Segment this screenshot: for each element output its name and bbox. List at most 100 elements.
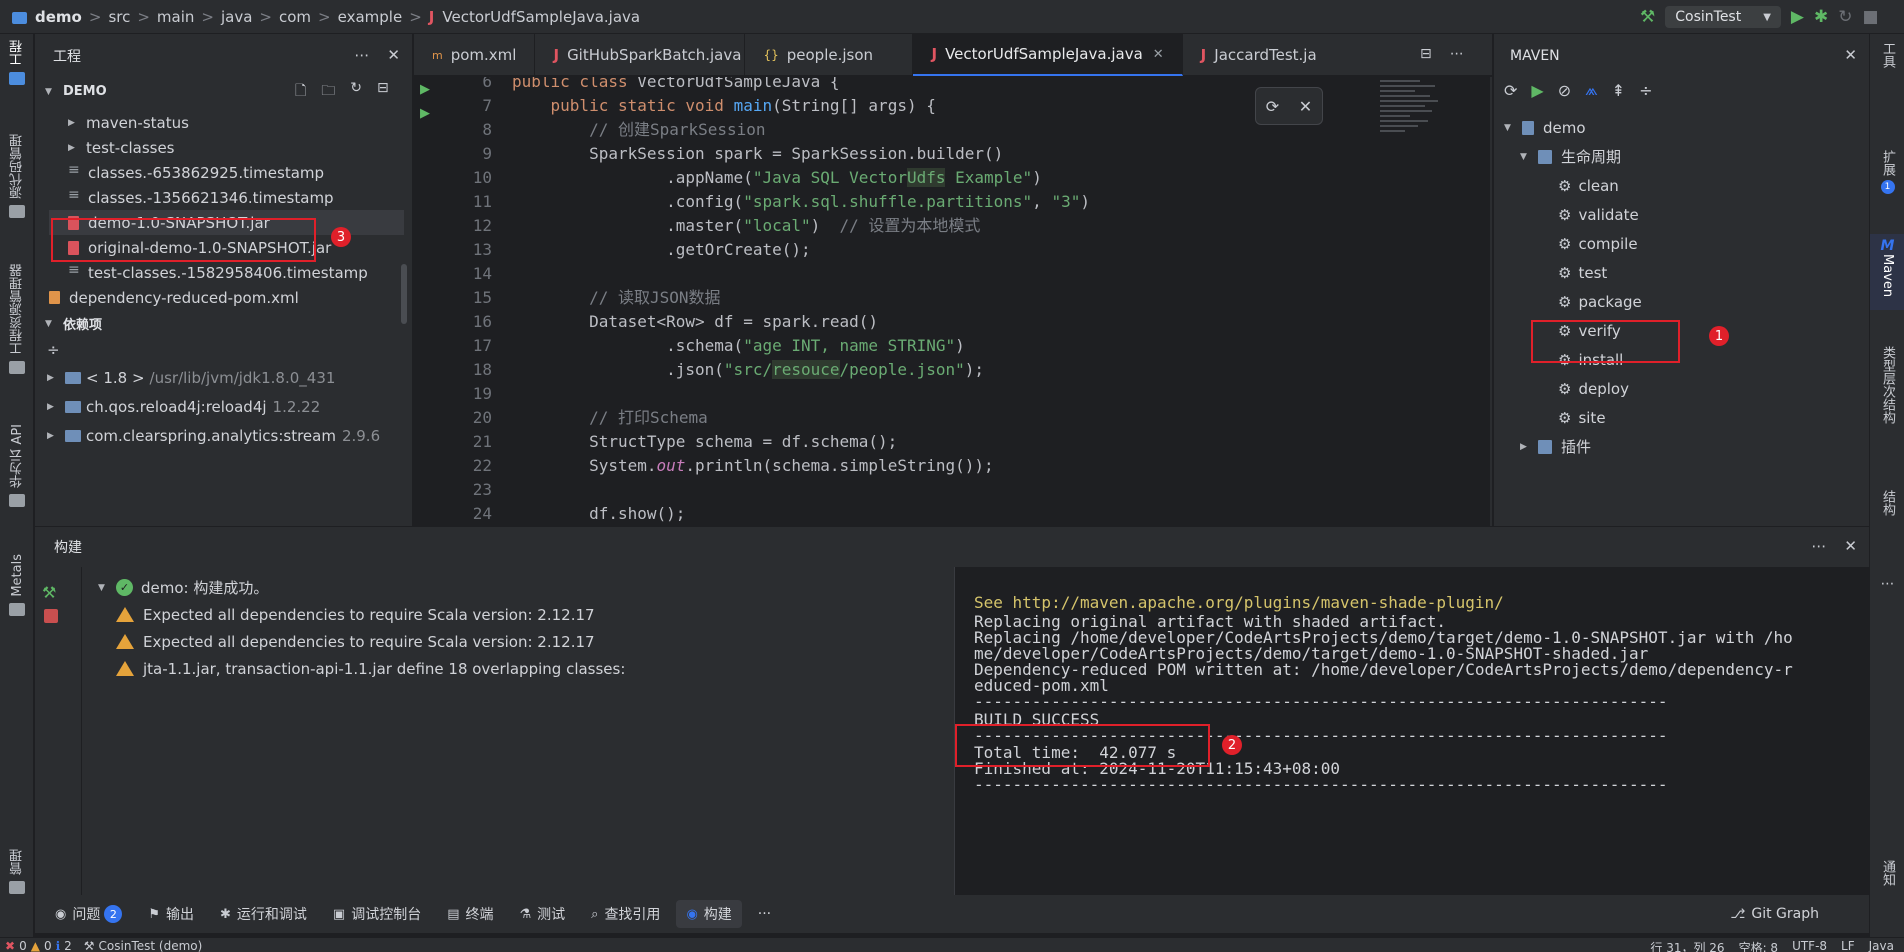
tab-test[interactable]: ⚗ 测试 [510,900,576,928]
restart-icon[interactable]: ↻ [1838,7,1852,27]
new-file-icon[interactable]: 🗋 [295,80,306,104]
editor-tab[interactable]: m pom.xml [414,34,536,76]
maven-phase-validate[interactable]: ⚙ validate [1558,202,1639,227]
maven-phase-site[interactable]: ⚙ site [1558,405,1606,430]
lifecycle-row[interactable]: ▼ 生命周期 [1520,144,1621,169]
toolwindow-tab-tools[interactable]: 工具 [1870,42,1904,68]
expand-all-icon[interactable]: ⇞ [1612,81,1625,100]
new-folder-icon[interactable]: 🗀 [321,80,335,104]
more-options-icon[interactable]: ⋯ [1870,576,1904,592]
close-icon[interactable]: ✕ [387,46,400,64]
run-config-select[interactable]: CosinTest ▼ [1665,6,1781,28]
breadcrumb-item[interactable]: example [338,8,403,26]
tab-debug-console[interactable]: ▣ 调试控制台 [323,900,431,928]
breadcrumb-item[interactable]: main [157,8,194,26]
breadcrumb-item[interactable]: VectorUdfSampleJava.java [442,8,640,26]
code-editor[interactable]: ▶ ▶ public class VectorUdfSampleJava { p… [414,77,1492,526]
skip-tests-icon[interactable]: ⊘ [1558,81,1571,100]
toolwindow-tab-maven[interactable]: M Maven [1870,234,1904,310]
dependency-row[interactable]: ▶ com.clearspring.analytics:stream 2.9.6 [47,423,380,448]
collapse-all-icon[interactable]: ÷ [1639,81,1652,100]
build-hammer-icon[interactable]: ⚒ [42,583,56,602]
close-icon[interactable]: ✕ [1844,46,1857,64]
toolwindow-tab-scm[interactable]: 源代码管理 [0,134,34,218]
dependency-row[interactable]: ▶ ch.qos.reload4j:reload4j 1.2.22 [47,394,320,419]
tab-run-debug[interactable]: ✱ 运行和调试 [210,900,317,928]
toolwindow-tab-type-hierarchy[interactable]: 类型层次结构 [1870,346,1904,424]
more-options-icon[interactable]: ⋯ [1811,537,1826,555]
error-count[interactable]: 0 [19,939,27,952]
toolwindow-tab-huawei-api[interactable]: 华为云 API [0,424,34,507]
toolwindow-tab-notifications[interactable]: 通知 [1870,860,1904,886]
run-gutter-icon[interactable]: ▶ [420,106,430,121]
toolwindow-tab-manage[interactable]: 管理 [0,849,34,894]
toolwindow-tab-explorer[interactable]: 工程资源管理器 [0,264,34,374]
encoding[interactable]: UTF-8 [1792,939,1827,952]
more-options-icon[interactable]: ⋯ [354,46,369,64]
split-editor-icon[interactable]: ⊟ [1420,46,1432,62]
maven-phase-deploy[interactable]: ⚙ deploy [1558,376,1629,401]
dependency-row[interactable]: ▶ < 1.8 > /usr/lib/jvm/jdk1.8.0_431 [47,365,335,390]
close-tab-icon[interactable]: ✕ [1153,47,1164,62]
build-warning-row[interactable]: Expected all dependencies to require Sca… [116,629,595,654]
toolwindow-tab-project[interactable]: 工程 [0,40,34,85]
stop-icon[interactable] [44,609,58,623]
minimap[interactable] [1380,80,1442,162]
run-icon[interactable]: ▶ [1531,81,1543,100]
offline-mode-icon[interactable]: ⩕ [1585,80,1598,100]
editor-tab[interactable]: J JaccardTest.ja [1183,34,1318,76]
collapse-icon[interactable]: ÷ [47,337,60,362]
editor-tab[interactable]: J GitHubSparkBatch.java [535,34,746,76]
breadcrumb-item[interactable]: demo [35,8,82,26]
build-warning-row[interactable]: Expected all dependencies to require Sca… [116,602,595,627]
warning-count[interactable]: 0 [44,939,52,952]
scrollbar-thumb[interactable] [401,264,407,324]
tab-terminal[interactable]: ▤ 终端 [437,900,503,928]
editor-tab-active[interactable]: J VectorUdfSampleJava.java ✕ [913,34,1183,76]
more-options-icon[interactable]: ⋯ [1450,46,1464,62]
project-root-row[interactable]: ▼ DEMO 🗋 🗀 ↻ ⊟ [45,79,405,104]
more-tabs-button[interactable]: ··· [748,900,781,928]
build-status-row[interactable]: ▼ ✓ demo: 构建成功。 [98,575,268,600]
build-hammer-icon[interactable]: ⚒ [1640,7,1655,27]
toolwindow-tab-extensions[interactable]: 扩展 1 [1870,150,1904,194]
plugins-row[interactable]: ▶ 插件 [1520,434,1591,459]
editor-tab[interactable]: {} people.json [745,34,914,76]
maven-phase-compile[interactable]: ⚙ compile [1558,231,1638,256]
breadcrumb-item[interactable]: java [221,8,252,26]
maven-phase-clean[interactable]: ⚙ clean [1558,173,1619,198]
tab-find-references[interactable]: ⌕ 查找引用 [581,900,670,928]
line-ending[interactable]: LF [1841,939,1855,952]
maven-project-row[interactable]: ▼ demo [1504,115,1586,140]
tab-problems[interactable]: ◉ 问题 2 [45,900,132,928]
git-graph-button[interactable]: ⎇ Git Graph [1720,900,1829,928]
reload-icon[interactable]: ⟳ [1504,81,1517,100]
console-line[interactable]: See http://maven.apache.org/plugins/mave… [974,595,1504,611]
collapse-all-icon[interactable]: ⊟ [377,80,389,104]
run-config-status[interactable]: CosinTest (demo) [99,939,203,952]
tree-item-folder[interactable]: ▶ maven-status [68,110,189,135]
tab-output[interactable]: ⚑ 输出 [138,900,204,928]
breadcrumb-item[interactable]: src [108,8,130,26]
editor-scrollbar[interactable] [1490,77,1492,526]
dependencies-section-header[interactable]: ▼ 依赖项 [45,311,102,336]
toolwindow-tab-metals[interactable]: Metals [0,554,34,616]
language-mode[interactable]: Java [1869,939,1894,952]
toolwindow-tab-structure[interactable]: 结构 [1870,490,1904,516]
run-gutter-icon[interactable]: ▶ [420,82,430,97]
run-icon[interactable]: ▶ [1791,7,1804,27]
build-warning-row[interactable]: jta-1.1.jar, transaction-api-1.1.jar def… [116,656,625,681]
tree-item-folder[interactable]: ▶ test-classes [68,135,175,160]
tree-item-file[interactable]: test-classes.-1582958406.timestamp [68,260,368,285]
stop-icon[interactable]: ■ [1863,7,1879,27]
tree-item-file[interactable]: classes.-653862925.timestamp [68,160,324,185]
close-icon[interactable]: ✕ [1844,537,1857,555]
breadcrumb-item[interactable]: com [279,8,311,26]
maven-phase-package[interactable]: ⚙ package [1558,289,1642,314]
tree-item-xml[interactable]: dependency-reduced-pom.xml [49,285,299,310]
debug-bug-icon[interactable]: ✱ [1814,7,1828,27]
refresh-icon[interactable]: ⟳ [1266,97,1279,116]
info-count[interactable]: 2 [64,939,72,952]
tree-item-file[interactable]: classes.-1356621346.timestamp [68,185,334,210]
maven-phase-test[interactable]: ⚙ test [1558,260,1607,285]
